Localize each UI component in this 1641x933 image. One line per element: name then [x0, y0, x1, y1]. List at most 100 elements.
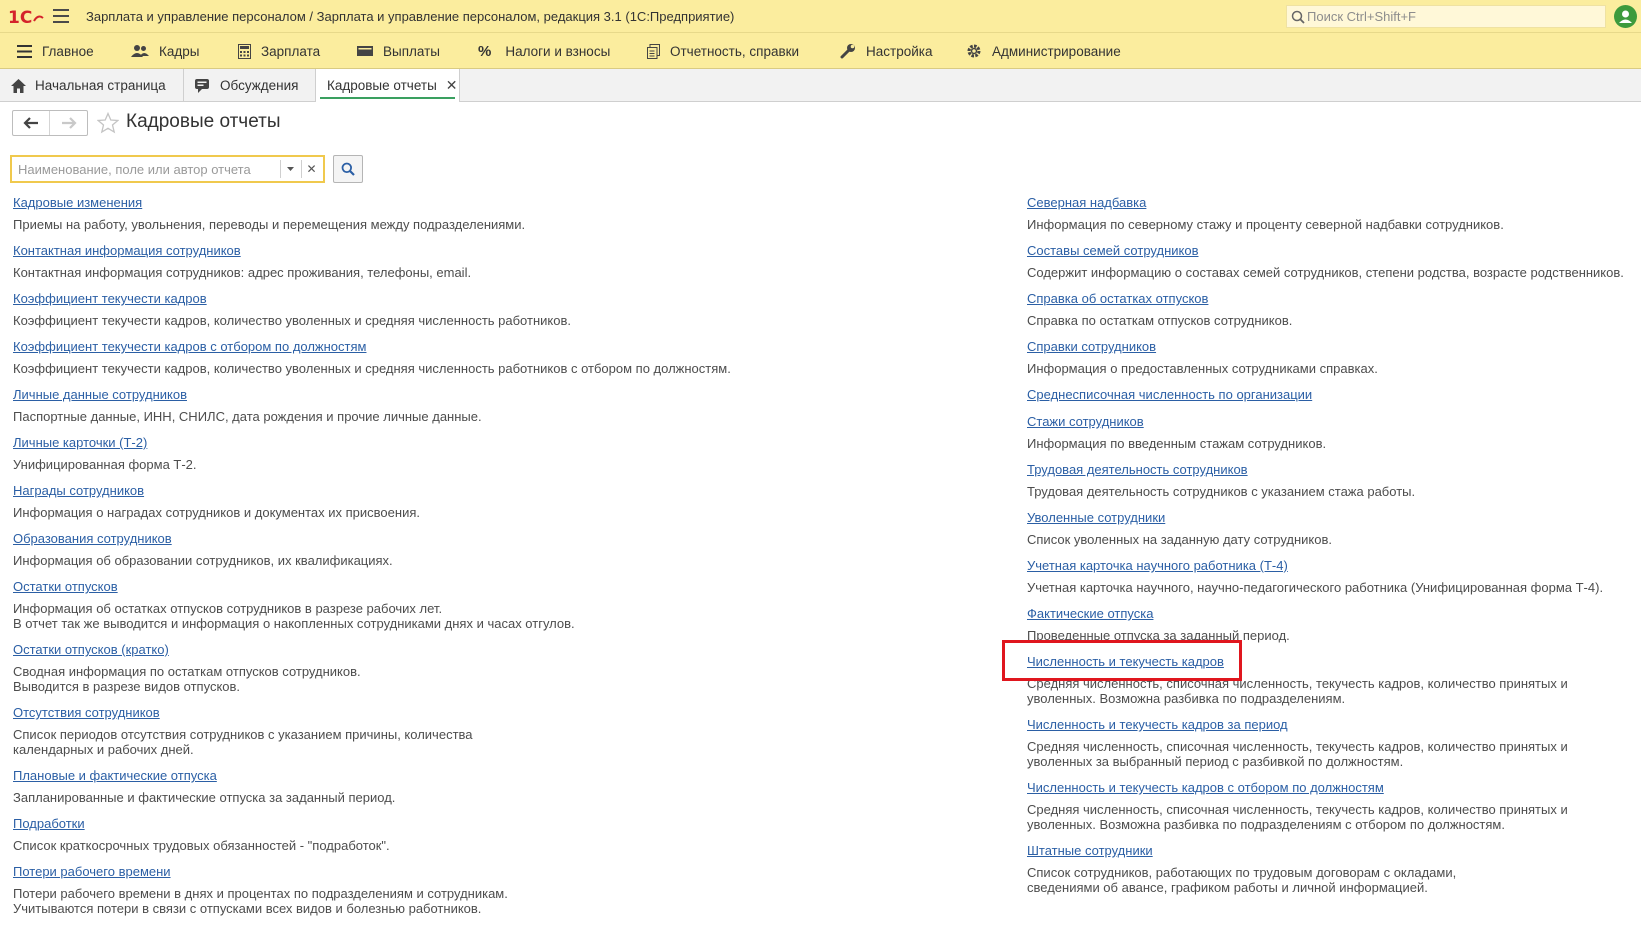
- tab-home[interactable]: Начальная страница: [0, 69, 184, 102]
- menu-label: Администрирование: [992, 43, 1121, 59]
- description-line: Информация о предоставленных сотрудникам…: [1027, 361, 1378, 376]
- report-description: Унифицированная форма Т-2.: [13, 457, 197, 472]
- description-line: уволенных. Возможна разбивка по подразде…: [1027, 691, 1346, 706]
- report-description: Коэффициент текучести кадров, количество…: [13, 313, 571, 328]
- report-link[interactable]: Учетная карточка научного работника (Т-4…: [1027, 558, 1288, 574]
- report-link[interactable]: Контактная информация сотрудников: [13, 243, 241, 259]
- report-description: Средняя численность, списочная численнос…: [1027, 802, 1568, 832]
- page-title: Кадровые отчеты: [126, 111, 281, 132]
- user-icon[interactable]: [1614, 5, 1637, 28]
- description-line: Учетная карточка научного, научно-педаго…: [1027, 580, 1604, 595]
- report-description: Список уволенных на заданную дату сотруд…: [1027, 532, 1332, 547]
- report-link[interactable]: Справка об остатках отпусков: [1027, 291, 1208, 307]
- description-line: В отчет так же выводится и информация о …: [13, 616, 575, 631]
- description-line: Список уволенных на заданную дату сотруд…: [1027, 532, 1332, 547]
- report-description: Трудовая деятельность сотрудников с указ…: [1027, 484, 1415, 499]
- global-search-input[interactable]: [1307, 8, 1597, 25]
- menu-taxes[interactable]: % Налоги и взносы: [478, 33, 610, 69]
- report-link[interactable]: Отсутствия сотрудников: [13, 705, 160, 721]
- report-link[interactable]: Остатки отпусков (кратко): [13, 642, 169, 658]
- report-description: Информация о предоставленных сотрудникам…: [1027, 361, 1378, 376]
- description-line: уволенных. Возможна разбивка по подразде…: [1027, 817, 1505, 832]
- report-description: Справка по остаткам отпусков сотрудников…: [1027, 313, 1292, 328]
- report-link[interactable]: Численность и текучесть кадров с отбором…: [1027, 780, 1384, 796]
- report-link[interactable]: Справки сотрудников: [1027, 339, 1156, 355]
- report-link[interactable]: Численность и текучесть кадров за период: [1027, 717, 1288, 733]
- wallet-icon: [357, 46, 373, 56]
- description-line: Контактная информация сотрудников: адрес…: [13, 265, 472, 280]
- report-link[interactable]: Штатные сотрудники: [1027, 843, 1153, 859]
- arrow-left-icon: [23, 117, 38, 129]
- menu-reports[interactable]: Отчетность, справки: [647, 33, 799, 69]
- search-button[interactable]: [333, 155, 363, 183]
- menu-main[interactable]: Главное: [17, 33, 94, 69]
- menu-salary[interactable]: Зарплата: [238, 33, 320, 69]
- report-search-input[interactable]: [18, 160, 280, 178]
- menu-label: Зарплата: [261, 43, 321, 59]
- report-description: Список краткосрочных трудовых обязанност…: [13, 838, 390, 853]
- report-description: Содержит информацию о составах семей сот…: [1027, 265, 1624, 280]
- report-description: Список периодов отсутствия сотрудников с…: [13, 727, 473, 757]
- report-link[interactable]: Составы семей сотрудников: [1027, 243, 1198, 259]
- description-line: Учитываются потери в связи с отпусками в…: [13, 901, 482, 916]
- report-link[interactable]: Стажи сотрудников: [1027, 414, 1144, 430]
- favorite-star-icon[interactable]: [97, 112, 119, 134]
- report-link[interactable]: Кадровые изменения: [13, 195, 142, 211]
- description-line: Коэффициент текучести кадров, количество…: [13, 361, 731, 376]
- description-line: Список краткосрочных трудовых обязанност…: [13, 838, 390, 853]
- description-line: Паспортные данные, ИНН, СНИЛС, дата рожд…: [13, 409, 482, 424]
- search-icon: [1291, 10, 1305, 24]
- people-icon: [131, 45, 149, 57]
- forward-button[interactable]: [50, 111, 87, 135]
- description-line: Информация по северному стажу и проценту…: [1027, 217, 1504, 232]
- report-link[interactable]: Среднесписочная численность по организац…: [1027, 387, 1312, 403]
- report-link[interactable]: Образования сотрудников: [13, 531, 172, 547]
- report-description: Запланированные и фактические отпуска за…: [13, 790, 395, 805]
- tab-label: Кадровые отчеты: [327, 78, 437, 93]
- report-link[interactable]: Личные данные сотрудников: [13, 387, 187, 403]
- report-link[interactable]: Уволенные сотрудники: [1027, 510, 1165, 526]
- back-button[interactable]: [13, 111, 50, 135]
- clear-button[interactable]: ✕: [301, 160, 321, 178]
- global-search[interactable]: [1286, 5, 1606, 28]
- report-link[interactable]: Награды сотрудников: [13, 483, 144, 499]
- report-link[interactable]: Плановые и фактические отпуска: [13, 768, 217, 784]
- report-link[interactable]: Потери рабочего времени: [13, 864, 171, 880]
- hamburger-icon: [17, 44, 32, 58]
- report-link[interactable]: Трудовая деятельность сотрудников: [1027, 462, 1248, 478]
- report-link[interactable]: Коэффициент текучести кадров: [13, 291, 207, 307]
- 1c-logo-icon[interactable]: 1С: [8, 6, 44, 28]
- report-link[interactable]: Численность и текучесть кадров: [1027, 654, 1224, 670]
- report-link[interactable]: Подработки: [13, 816, 85, 832]
- report-link[interactable]: Северная надбавка: [1027, 195, 1146, 211]
- main-menu-icon[interactable]: [53, 9, 69, 23]
- close-icon[interactable]: ✕: [446, 77, 458, 94]
- description-line: Справка по остаткам отпусков сотрудников…: [1027, 313, 1293, 328]
- description-line: Информация по введенным стажам сотрудник…: [1027, 436, 1327, 451]
- report-link[interactable]: Остатки отпусков: [13, 579, 118, 595]
- tab-hr-reports[interactable]: Кадровые отчеты ✕: [316, 69, 460, 102]
- menu-settings[interactable]: Настройка: [840, 33, 932, 69]
- title-bar: 1С Зарплата и управление персоналом / За…: [0, 0, 1641, 33]
- dropdown-button[interactable]: [280, 160, 300, 178]
- menu-label: Кадры: [159, 43, 200, 59]
- menu-hr[interactable]: Кадры: [131, 33, 199, 69]
- description-line: Содержит информацию о составах семей сот…: [1027, 265, 1624, 280]
- menu-admin[interactable]: Администрирование: [966, 33, 1121, 69]
- report-description: Проведенные отпуска за заданный период.: [1027, 628, 1290, 643]
- menu-payments[interactable]: Выплаты: [357, 33, 440, 69]
- report-link[interactable]: Личные карточки (Т-2): [13, 435, 147, 451]
- gear-icon: [967, 44, 981, 58]
- documents-icon: [647, 43, 660, 59]
- chevron-down-icon: [287, 167, 294, 171]
- percent-icon: %: [478, 42, 492, 60]
- report-search-field[interactable]: ✕: [10, 155, 325, 183]
- tab-discussions[interactable]: Обсуждения: [184, 69, 316, 102]
- report-link[interactable]: Коэффициент текучести кадров с отбором п…: [13, 339, 366, 355]
- report-link[interactable]: Фактические отпуска: [1027, 606, 1153, 622]
- description-line: Коэффициент текучести кадров, количество…: [13, 313, 571, 328]
- arrow-right-icon: [61, 117, 77, 129]
- description-line: Выводится в разрезе видов отпусков.: [13, 679, 241, 694]
- description-line: Информация о наградах сотрудников и доку…: [13, 505, 420, 520]
- description-line: Средняя численность, списочная численнос…: [1027, 676, 1568, 691]
